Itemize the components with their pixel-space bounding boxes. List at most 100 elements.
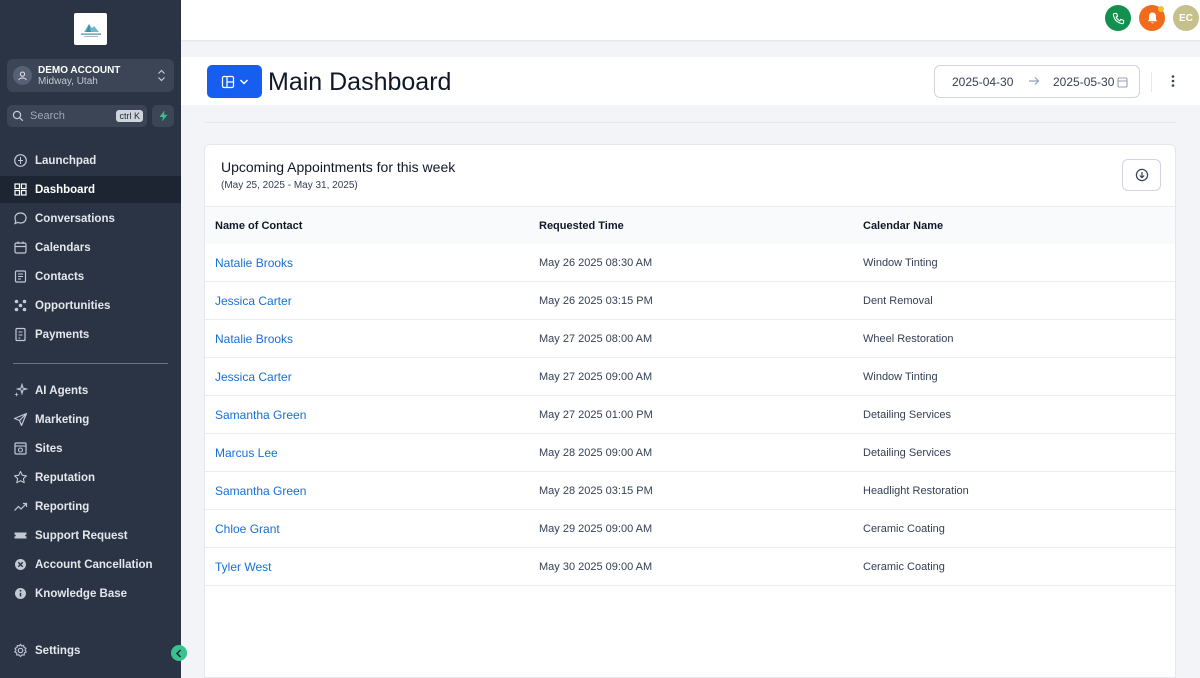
company-logo[interactable] [74, 13, 107, 45]
column-header-calendar[interactable]: Calendar Name [863, 220, 943, 232]
sidebar-item-support-request[interactable]: Support Request [0, 522, 181, 549]
contact-link[interactable]: Samantha Green [215, 408, 306, 422]
phone-button[interactable] [1105, 5, 1131, 31]
sidebar-item-opportunities[interactable]: Opportunities [0, 292, 181, 319]
table-row: Jessica Carter May 26 2025 03:15 PM Dent… [205, 282, 1175, 320]
phone-icon [1112, 12, 1124, 24]
mountain-logo-icon [80, 24, 101, 37]
requested-time: May 26 2025 03:15 PM [539, 295, 653, 307]
ticket-icon [13, 528, 28, 543]
dashboard-icon [13, 182, 28, 197]
contact-link[interactable]: Tyler West [215, 560, 271, 574]
kebab-menu-icon [1171, 75, 1175, 87]
dashboard-switcher-button[interactable] [207, 65, 262, 98]
sidebar-item-label: Settings [35, 644, 81, 657]
header-separator [1151, 72, 1152, 92]
calendar-name: Detailing Services [863, 447, 952, 459]
sidebar-item-contacts[interactable]: Contacts [0, 263, 181, 290]
table-row: Marcus Lee May 28 2025 09:00 AM Detailin… [205, 434, 1175, 472]
chevron-updown-icon [154, 69, 168, 83]
sidebar-item-knowledge-base[interactable]: Knowledge Base [0, 580, 181, 607]
collapse-sidebar-button[interactable] [171, 645, 187, 661]
contact-link[interactable]: Chloe Grant [215, 522, 280, 536]
calendar-icon [1117, 77, 1128, 88]
bell-icon [1147, 12, 1157, 24]
date-end[interactable]: 2025-05-30 [1053, 75, 1114, 89]
date-start[interactable]: 2025-04-30 [952, 75, 1013, 89]
sidebar-item-label: Contacts [35, 270, 85, 283]
column-header-contact[interactable]: Name of Contact [215, 220, 302, 232]
account-switcher[interactable]: DEMO ACCOUNT Midway, Utah [7, 59, 174, 92]
table-row: Jessica Carter May 27 2025 09:00 AM Wind… [205, 358, 1175, 396]
contacts-icon [13, 269, 28, 284]
sidebar-item-label: Dashboard [35, 183, 96, 196]
requested-time: May 27 2025 09:00 AM [539, 371, 653, 383]
sidebar-item-label: Calendars [35, 241, 91, 254]
info-icon [13, 586, 28, 601]
sidebar-item-label: Marketing [35, 413, 90, 426]
sidebar-item-reporting[interactable]: Reporting [0, 493, 181, 520]
calendar-icon [13, 240, 28, 255]
calendar-name: Dent Removal [863, 295, 933, 307]
sidebar-item-label: Reporting [35, 500, 90, 513]
sidebar-item-payments[interactable]: Payments [0, 321, 181, 348]
requested-time: May 29 2025 09:00 AM [539, 523, 653, 535]
quick-action-button[interactable] [152, 105, 174, 127]
sites-icon [13, 441, 28, 456]
star-icon [13, 470, 28, 485]
calendar-name: Ceramic Coating [863, 561, 945, 573]
requested-time: May 27 2025 01:00 PM [539, 409, 653, 421]
column-header-time[interactable]: Requested Time [539, 220, 624, 232]
contact-link[interactable]: Jessica Carter [215, 370, 292, 384]
calendar-name: Ceramic Coating [863, 523, 945, 535]
sidebar-item-account-cancellation[interactable]: Account Cancellation [0, 551, 181, 578]
chat-icon [13, 211, 28, 226]
sidebar-item-calendars[interactable]: Calendars [0, 234, 181, 261]
download-button[interactable] [1122, 159, 1161, 191]
notifications-button[interactable] [1139, 5, 1165, 31]
contact-link[interactable]: Samantha Green [215, 484, 306, 498]
card-title: Upcoming Appointments for this week [221, 159, 456, 175]
sidebar-item-settings[interactable]: Settings [0, 637, 181, 664]
trend-icon [13, 499, 28, 514]
requested-time: May 30 2025 09:00 AM [539, 561, 653, 573]
top-bar: EC [181, 0, 1200, 40]
sidebar-item-label: Account Cancellation [35, 558, 153, 571]
section-divider [205, 122, 1176, 123]
contact-link[interactable]: Jessica Carter [215, 294, 292, 308]
arrow-right-icon [1028, 74, 1040, 89]
contact-link[interactable]: Natalie Brooks [215, 332, 293, 346]
sidebar-item-reputation[interactable]: Reputation [0, 464, 181, 491]
search-input[interactable] [30, 110, 117, 122]
date-range-picker[interactable]: 2025-04-30 2025-05-30 [934, 65, 1140, 98]
sidebar-item-label: AI Agents [35, 384, 89, 397]
more-options-button[interactable] [1165, 71, 1181, 91]
sidebar-item-label: Support Request [35, 529, 128, 542]
sidebar-divider [13, 363, 168, 364]
sidebar-item-sites[interactable]: Sites [0, 435, 181, 462]
contact-link[interactable]: Natalie Brooks [215, 256, 293, 270]
sidebar-item-marketing[interactable]: Marketing [0, 406, 181, 433]
table-row: Natalie Brooks May 27 2025 08:00 AM Whee… [205, 320, 1175, 358]
search-icon [12, 110, 24, 122]
user-avatar[interactable]: EC [1173, 5, 1199, 31]
sidebar-item-label: Knowledge Base [35, 587, 128, 600]
cancel-icon [13, 557, 28, 572]
sidebar-item-dashboard[interactable]: Dashboard [0, 176, 181, 203]
table-header: Name of Contact Requested Time Calendar … [205, 206, 1175, 244]
sidebar-item-conversations[interactable]: Conversations [0, 205, 181, 232]
sidebar-item-ai-agents[interactable]: AI Agents [0, 377, 181, 404]
requested-time: May 26 2025 08:30 AM [539, 257, 653, 269]
table-row: Chloe Grant May 29 2025 09:00 AM Ceramic… [205, 510, 1175, 548]
table-row: Natalie Brooks May 26 2025 08:30 AM Wind… [205, 244, 1175, 282]
payments-icon [13, 327, 28, 342]
requested-time: May 27 2025 08:00 AM [539, 333, 653, 345]
notification-dot [1158, 6, 1164, 12]
calendar-name: Window Tinting [863, 257, 938, 269]
search-box[interactable]: ctrl K [7, 105, 147, 127]
table-row: Samantha Green May 28 2025 03:15 PM Head… [205, 472, 1175, 510]
card-subtitle: (May 25, 2025 - May 31, 2025) [221, 180, 358, 191]
sidebar-item-launchpad[interactable]: Launchpad [0, 147, 181, 174]
contact-link[interactable]: Marcus Lee [215, 446, 278, 460]
calendar-name: Headlight Restoration [863, 485, 969, 497]
